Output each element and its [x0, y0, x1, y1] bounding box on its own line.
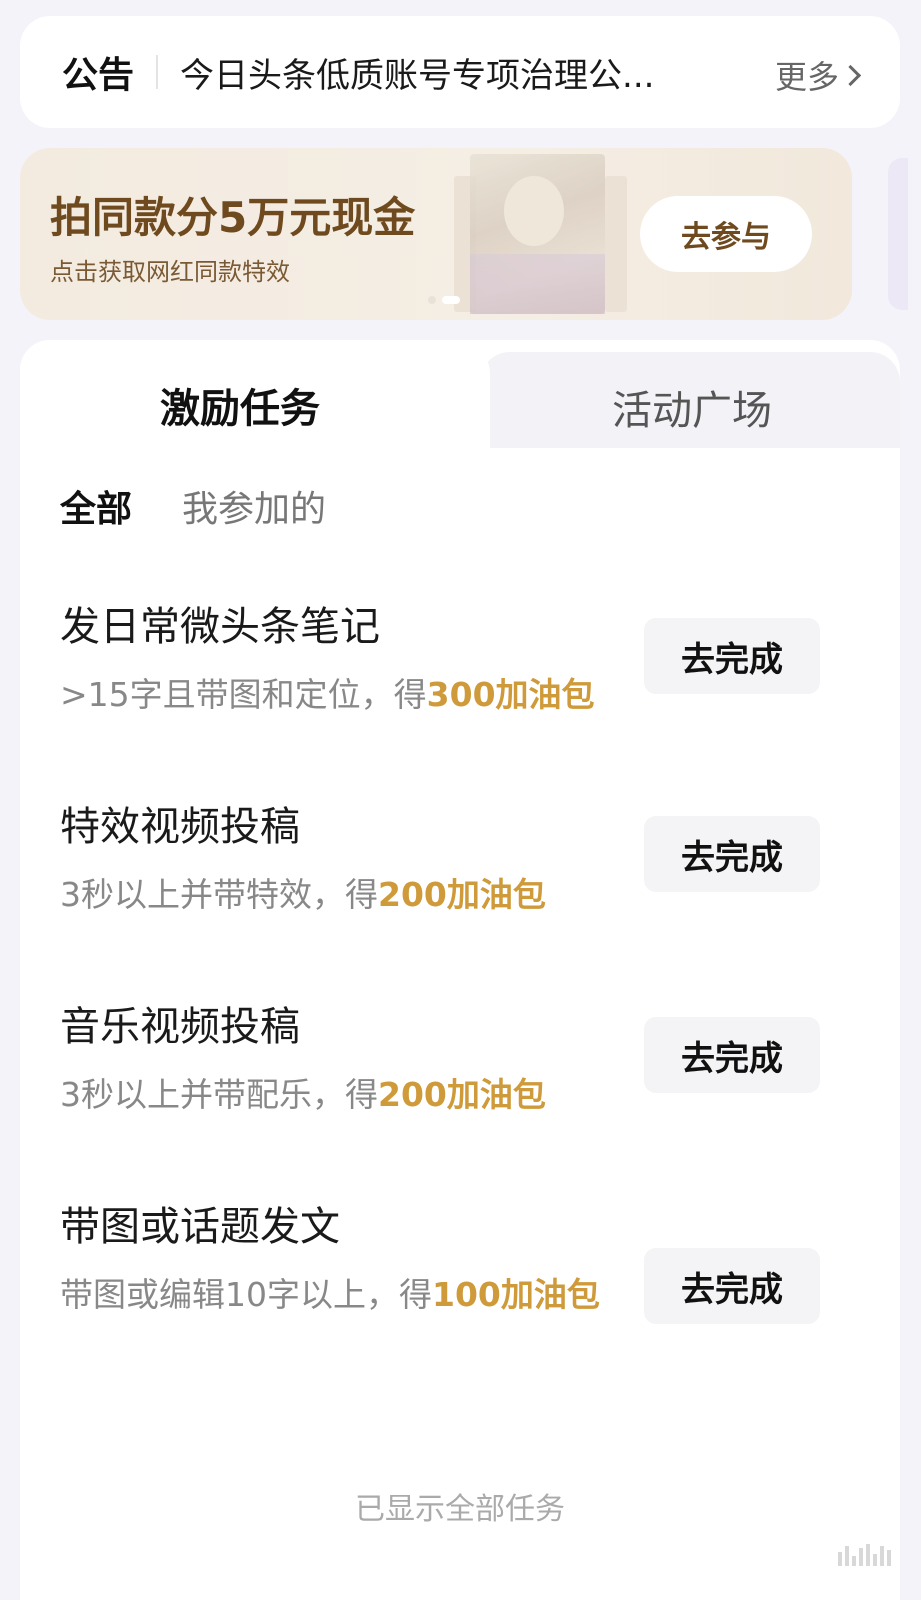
- task-description: 3秒以上并带特效，得200加油包: [60, 864, 670, 926]
- carousel-dots: [428, 296, 460, 304]
- filter-tabs: 全部 我参加的: [60, 480, 326, 532]
- complete-button[interactable]: 去完成: [644, 1248, 820, 1324]
- task-description: 3秒以上并带配乐，得200加油包: [60, 1064, 670, 1126]
- banner-photo: [470, 154, 605, 314]
- tab-activity-square[interactable]: 活动广场: [612, 378, 772, 436]
- task-requirement: 3秒以上并带特效，得: [60, 875, 378, 914]
- more-link[interactable]: 更多: [774, 52, 862, 98]
- task-requirement: >15字且带图和定位，得: [60, 675, 427, 714]
- complete-button[interactable]: 去完成: [644, 816, 820, 892]
- task-reward: 300加油包: [426, 675, 595, 714]
- announcement-text[interactable]: 今日头条低质账号专项治理公...: [180, 48, 720, 97]
- join-button[interactable]: 去参与: [640, 196, 812, 272]
- filter-joined[interactable]: 我参加的: [182, 480, 326, 532]
- banner-subtitle: 点击获取网红同款特效: [50, 258, 290, 286]
- end-of-list-text: 已显示全部任务: [355, 1492, 565, 1527]
- task-reward: 200加油包: [378, 1075, 546, 1114]
- carousel-dot-active: [442, 296, 460, 304]
- task-requirement: 带图或编辑10字以上，得: [60, 1275, 432, 1314]
- banner-photo-flowers: [470, 254, 605, 314]
- more-label: 更多: [774, 58, 839, 96]
- complete-button[interactable]: 去完成: [644, 618, 820, 694]
- watermark-logo: [838, 1544, 891, 1566]
- next-banner-peek[interactable]: [888, 158, 908, 310]
- divider: [156, 55, 159, 89]
- task-reward: 200加油包: [378, 875, 546, 914]
- filter-all[interactable]: 全部: [60, 480, 132, 532]
- task-panel: 激励任务 活动广场 全部 我参加的 发日常微头条笔记 >15字且带图和定位，得3…: [20, 340, 900, 1600]
- banner-photo-edge-right: [605, 176, 627, 312]
- promo-banner[interactable]: 拍同款分5万元现金 点击获取网红同款特效 去参与: [20, 148, 852, 320]
- carousel-dot: [428, 296, 436, 304]
- task-title: 带图或话题发文: [60, 1204, 340, 1250]
- announcement-label: 公告: [62, 55, 135, 96]
- tab-incentive-tasks[interactable]: 激励任务: [160, 376, 320, 434]
- task-requirement: 3秒以上并带配乐，得: [60, 1075, 378, 1114]
- banner-photo-face: [504, 176, 564, 246]
- banner-title: 拍同款分5万元现金: [50, 193, 416, 242]
- task-reward: 100加油包: [432, 1275, 600, 1314]
- task-description: 带图或编辑10字以上，得100加油包: [60, 1264, 670, 1326]
- chevron-right-icon: [839, 64, 862, 86]
- task-description: >15字且带图和定位，得300加油包: [60, 664, 670, 726]
- complete-button[interactable]: 去完成: [644, 1017, 820, 1093]
- announcement-bar[interactable]: 公告 今日头条低质账号专项治理公... 更多: [20, 16, 900, 128]
